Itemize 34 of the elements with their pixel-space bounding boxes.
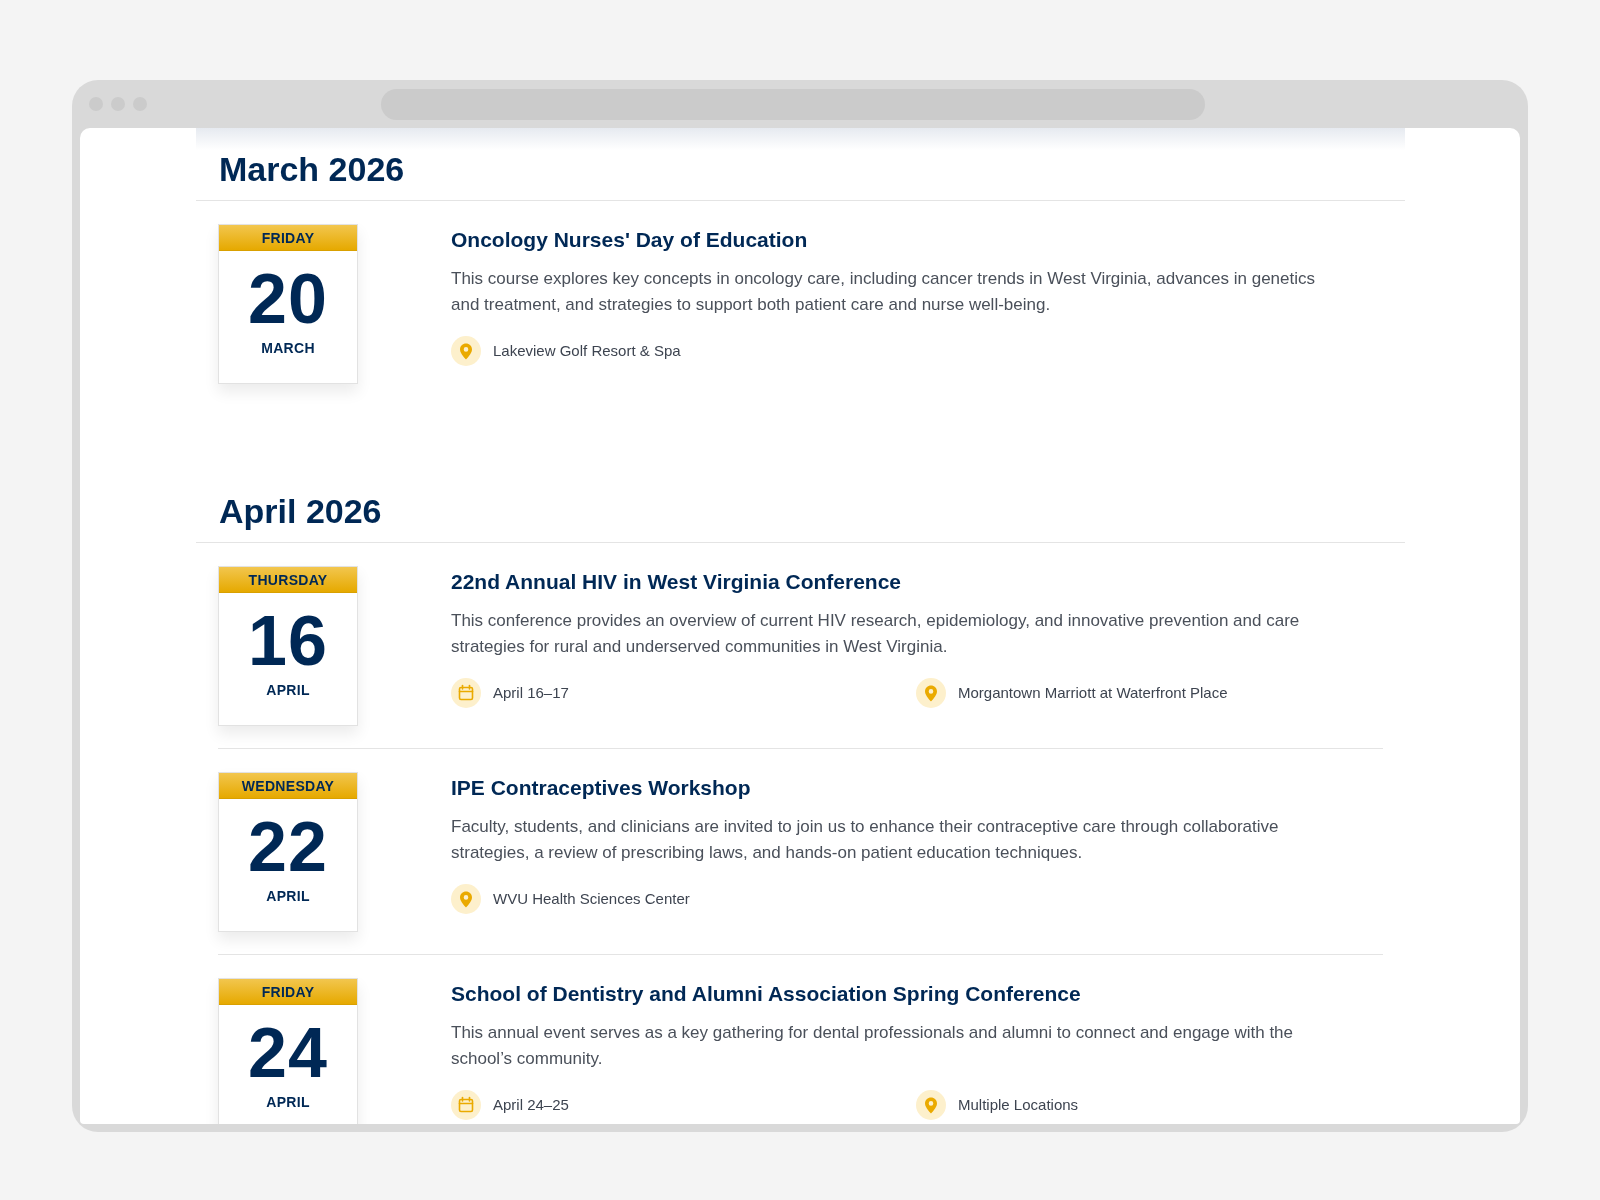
event-location: WVU Health Sciences Center [493, 889, 690, 909]
weekday-banner: FRIDAY [219, 225, 357, 251]
calendar-icon [451, 1090, 481, 1120]
day-number: 16 [248, 607, 328, 675]
location-pin-icon [916, 1090, 946, 1120]
day-number: 22 [248, 813, 328, 881]
month-label: MARCH [261, 339, 315, 357]
event-date: April 16–17 [493, 683, 569, 703]
event-title-link[interactable]: School of Dentistry and Alumni Association Spring Conference [451, 980, 1383, 1008]
event-description: This conference provides an overview of current HIV research, epidemiology, and innovative prevention and care strategies for rural and underserved communities in West Virginia. [451, 610, 1301, 658]
location-pin-icon [451, 884, 481, 914]
day-number: 20 [248, 265, 328, 333]
weekday-banner: FRIDAY [219, 979, 357, 1005]
location-pin-icon [451, 336, 481, 366]
event-location: Morgantown Marriott at Waterfront Place [958, 683, 1228, 703]
day-number: 24 [248, 1019, 328, 1087]
event-description: This course explores key concepts in oncology care, including cancer trends in West Virginia, advances in genetics and treatment, and strategies to support both patient care and nurse well-being. [451, 268, 1316, 316]
event-location: Lakeview Golf Resort & Spa [493, 341, 681, 361]
event-location: Multiple Locations [958, 1095, 1079, 1115]
weekday-banner: WEDNESDAY [219, 773, 357, 799]
weekday-banner: THURSDAY [219, 567, 357, 593]
month-label: APRIL [266, 1093, 310, 1111]
calendar-icon [451, 678, 481, 708]
location-pin-icon [916, 678, 946, 708]
month-heading: March 2026 [219, 149, 406, 189]
event-description: This annual event serves as a key gathering for dental professionals and alumni to connect and engage with the school’s community. [451, 1022, 1295, 1070]
event-description: Faculty, students, and clinicians are invited to join us to enhance their contraceptive care through collaborative strategies, a review of prescribing laws, and hands-on patient education techniques. [451, 816, 1280, 864]
month-label: APRIL [266, 887, 310, 905]
event-title-link[interactable]: Oncology Nurses' Day of Education [451, 226, 1383, 254]
event-title-link[interactable]: 22nd Annual HIV in West Virginia Conference [451, 568, 1383, 596]
event-title-link[interactable]: IPE Contraceptives Workshop [451, 774, 1383, 802]
event-date: April 24–25 [493, 1095, 569, 1115]
month-label: APRIL [266, 681, 310, 699]
month-heading: April 2026 [219, 491, 383, 531]
